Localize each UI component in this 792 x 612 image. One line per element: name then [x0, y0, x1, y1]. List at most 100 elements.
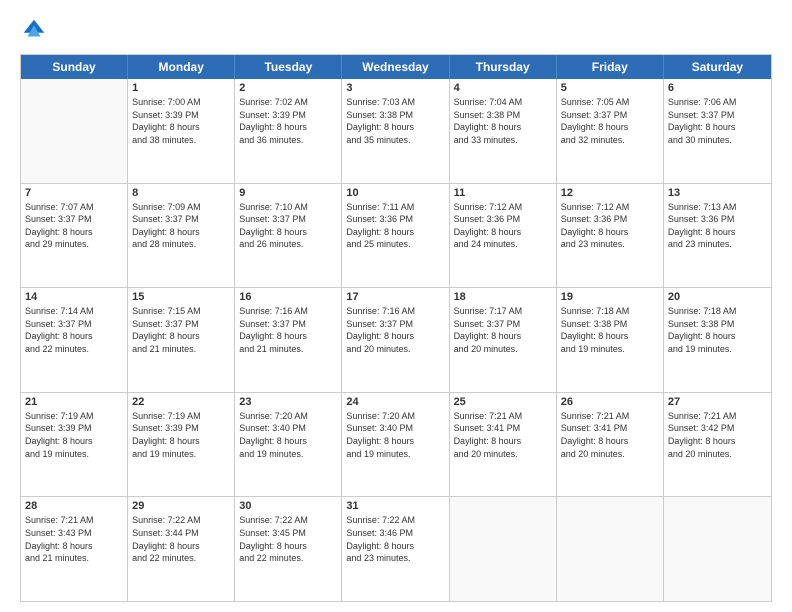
cell-info: Sunrise: 7:10 AM Sunset: 3:37 PM Dayligh…: [239, 201, 337, 251]
calendar: SundayMondayTuesdayWednesdayThursdayFrid…: [20, 54, 772, 602]
day-number: 23: [239, 396, 337, 408]
day-number: 6: [668, 82, 767, 94]
day-number: 20: [668, 291, 767, 303]
day-number: 11: [454, 187, 552, 199]
cell-info: Sunrise: 7:00 AM Sunset: 3:39 PM Dayligh…: [132, 96, 230, 146]
day-number: 31: [346, 500, 444, 512]
calendar-cell-r3c2: 23 Sunrise: 7:20 AM Sunset: 3:40 PM Dayli…: [235, 393, 342, 497]
day-number: 12: [561, 187, 659, 199]
day-number: 5: [561, 82, 659, 94]
logo: [20, 16, 52, 44]
cell-info: Sunrise: 7:09 AM Sunset: 3:37 PM Dayligh…: [132, 201, 230, 251]
cell-info: Sunrise: 7:20 AM Sunset: 3:40 PM Dayligh…: [239, 410, 337, 460]
day-number: 1: [132, 82, 230, 94]
day-number: 25: [454, 396, 552, 408]
calendar-cell-r4c4: [450, 497, 557, 601]
day-number: 2: [239, 82, 337, 94]
calendar-cell-r0c6: 6 Sunrise: 7:06 AM Sunset: 3:37 PM Daylig…: [664, 79, 771, 183]
calendar-cell-r2c3: 17 Sunrise: 7:16 AM Sunset: 3:37 PM Dayli…: [342, 288, 449, 392]
cell-info: Sunrise: 7:19 AM Sunset: 3:39 PM Dayligh…: [25, 410, 123, 460]
calendar-cell-r1c4: 11 Sunrise: 7:12 AM Sunset: 3:36 PM Dayli…: [450, 184, 557, 288]
cell-info: Sunrise: 7:16 AM Sunset: 3:37 PM Dayligh…: [239, 305, 337, 355]
day-number: 24: [346, 396, 444, 408]
cell-info: Sunrise: 7:06 AM Sunset: 3:37 PM Dayligh…: [668, 96, 767, 146]
calendar-row-1: 7 Sunrise: 7:07 AM Sunset: 3:37 PM Daylig…: [21, 184, 771, 289]
cell-info: Sunrise: 7:21 AM Sunset: 3:43 PM Dayligh…: [25, 514, 123, 564]
calendar-cell-r4c2: 30 Sunrise: 7:22 AM Sunset: 3:45 PM Dayli…: [235, 497, 342, 601]
cell-info: Sunrise: 7:22 AM Sunset: 3:45 PM Dayligh…: [239, 514, 337, 564]
calendar-cell-r4c6: [664, 497, 771, 601]
day-number: 17: [346, 291, 444, 303]
calendar-cell-r3c3: 24Sunrise: 7:20 AM Sunset: 3:40 PM Dayli…: [342, 393, 449, 497]
weekday-header-wednesday: Wednesday: [342, 55, 449, 79]
weekday-header-thursday: Thursday: [450, 55, 557, 79]
weekday-header-monday: Monday: [128, 55, 235, 79]
day-number: 16: [239, 291, 337, 303]
day-number: 8: [132, 187, 230, 199]
cell-info: Sunrise: 7:16 AM Sunset: 3:37 PM Dayligh…: [346, 305, 444, 355]
cell-info: Sunrise: 7:05 AM Sunset: 3:37 PM Dayligh…: [561, 96, 659, 146]
calendar-cell-r2c4: 18 Sunrise: 7:17 AM Sunset: 3:37 PM Dayli…: [450, 288, 557, 392]
day-number: 22: [132, 396, 230, 408]
calendar-cell-r2c5: 19Sunrise: 7:18 AM Sunset: 3:38 PM Dayli…: [557, 288, 664, 392]
calendar-cell-r4c0: 28 Sunrise: 7:21 AM Sunset: 3:43 PM Dayli…: [21, 497, 128, 601]
cell-info: Sunrise: 7:03 AM Sunset: 3:38 PM Dayligh…: [346, 96, 444, 146]
day-number: 30: [239, 500, 337, 512]
cell-info: Sunrise: 7:07 AM Sunset: 3:37 PM Dayligh…: [25, 201, 123, 251]
cell-info: Sunrise: 7:22 AM Sunset: 3:46 PM Dayligh…: [346, 514, 444, 564]
cell-info: Sunrise: 7:19 AM Sunset: 3:39 PM Dayligh…: [132, 410, 230, 460]
calendar-cell-r1c2: 9 Sunrise: 7:10 AM Sunset: 3:37 PM Daylig…: [235, 184, 342, 288]
page: SundayMondayTuesdayWednesdayThursdayFrid…: [0, 0, 792, 612]
weekday-header-saturday: Saturday: [664, 55, 771, 79]
calendar-cell-r1c3: 10 Sunrise: 7:11 AM Sunset: 3:36 PM Dayli…: [342, 184, 449, 288]
cell-info: Sunrise: 7:22 AM Sunset: 3:44 PM Dayligh…: [132, 514, 230, 564]
calendar-cell-r3c1: 22 Sunrise: 7:19 AM Sunset: 3:39 PM Dayli…: [128, 393, 235, 497]
day-number: 3: [346, 82, 444, 94]
calendar-cell-r1c0: 7 Sunrise: 7:07 AM Sunset: 3:37 PM Daylig…: [21, 184, 128, 288]
calendar-cell-r4c5: [557, 497, 664, 601]
cell-info: Sunrise: 7:13 AM Sunset: 3:36 PM Dayligh…: [668, 201, 767, 251]
calendar-cell-r3c6: 27 Sunrise: 7:21 AM Sunset: 3:42 PM Dayli…: [664, 393, 771, 497]
day-number: 10: [346, 187, 444, 199]
calendar-row-0: 1 Sunrise: 7:00 AM Sunset: 3:39 PM Daylig…: [21, 79, 771, 184]
calendar-cell-r0c5: 5 Sunrise: 7:05 AM Sunset: 3:37 PM Daylig…: [557, 79, 664, 183]
day-number: 4: [454, 82, 552, 94]
day-number: 15: [132, 291, 230, 303]
calendar-cell-r4c1: 29 Sunrise: 7:22 AM Sunset: 3:44 PM Dayli…: [128, 497, 235, 601]
weekday-header-sunday: Sunday: [21, 55, 128, 79]
calendar-cell-r0c3: 3 Sunrise: 7:03 AM Sunset: 3:38 PM Daylig…: [342, 79, 449, 183]
calendar-cell-r4c3: 31 Sunrise: 7:22 AM Sunset: 3:46 PM Dayli…: [342, 497, 449, 601]
weekday-header-tuesday: Tuesday: [235, 55, 342, 79]
cell-info: Sunrise: 7:15 AM Sunset: 3:37 PM Dayligh…: [132, 305, 230, 355]
cell-info: Sunrise: 7:17 AM Sunset: 3:37 PM Dayligh…: [454, 305, 552, 355]
cell-info: Sunrise: 7:21 AM Sunset: 3:42 PM Dayligh…: [668, 410, 767, 460]
day-number: 18: [454, 291, 552, 303]
calendar-cell-r0c1: 1 Sunrise: 7:00 AM Sunset: 3:39 PM Daylig…: [128, 79, 235, 183]
day-number: 29: [132, 500, 230, 512]
calendar-cell-r3c5: 26Sunrise: 7:21 AM Sunset: 3:41 PM Dayli…: [557, 393, 664, 497]
cell-info: Sunrise: 7:11 AM Sunset: 3:36 PM Dayligh…: [346, 201, 444, 251]
day-number: 26: [561, 396, 659, 408]
logo-icon: [20, 16, 48, 44]
day-number: 7: [25, 187, 123, 199]
cell-info: Sunrise: 7:02 AM Sunset: 3:39 PM Dayligh…: [239, 96, 337, 146]
day-number: 19: [561, 291, 659, 303]
cell-info: Sunrise: 7:12 AM Sunset: 3:36 PM Dayligh…: [454, 201, 552, 251]
cell-info: Sunrise: 7:04 AM Sunset: 3:38 PM Dayligh…: [454, 96, 552, 146]
calendar-body: 1 Sunrise: 7:00 AM Sunset: 3:39 PM Daylig…: [21, 79, 771, 601]
day-number: 14: [25, 291, 123, 303]
day-number: 27: [668, 396, 767, 408]
cell-info: Sunrise: 7:14 AM Sunset: 3:37 PM Dayligh…: [25, 305, 123, 355]
calendar-row-4: 28 Sunrise: 7:21 AM Sunset: 3:43 PM Dayli…: [21, 497, 771, 601]
day-number: 13: [668, 187, 767, 199]
calendar-cell-r3c0: 21Sunrise: 7:19 AM Sunset: 3:39 PM Dayli…: [21, 393, 128, 497]
cell-info: Sunrise: 7:12 AM Sunset: 3:36 PM Dayligh…: [561, 201, 659, 251]
cell-info: Sunrise: 7:21 AM Sunset: 3:41 PM Dayligh…: [454, 410, 552, 460]
day-number: 28: [25, 500, 123, 512]
calendar-cell-r1c6: 13 Sunrise: 7:13 AM Sunset: 3:36 PM Dayli…: [664, 184, 771, 288]
cell-info: Sunrise: 7:18 AM Sunset: 3:38 PM Dayligh…: [668, 305, 767, 355]
calendar-cell-r1c1: 8 Sunrise: 7:09 AM Sunset: 3:37 PM Daylig…: [128, 184, 235, 288]
calendar-row-2: 14 Sunrise: 7:14 AM Sunset: 3:37 PM Dayli…: [21, 288, 771, 393]
header: [20, 16, 772, 44]
day-number: 9: [239, 187, 337, 199]
